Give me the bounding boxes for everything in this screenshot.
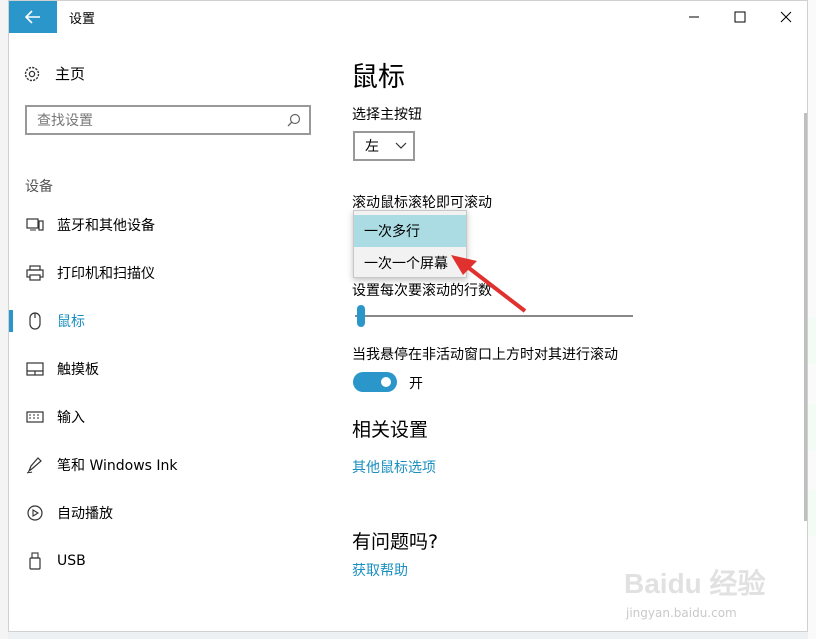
sidebar-item-label: 打印机和扫描仪 (57, 266, 155, 282)
home-label: 主页 (55, 65, 86, 83)
related-settings-heading: 相关设置 (352, 419, 429, 441)
sidebar-item-printers[interactable]: 打印机和扫描仪 (9, 249, 339, 297)
slider-thumb[interactable] (357, 305, 365, 327)
toggle-knob (381, 377, 391, 387)
background-app-strip (0, 0, 8, 639)
pen-icon (25, 455, 45, 475)
option-label: 一次多行 (364, 224, 420, 240)
inactive-scroll-toggle[interactable] (353, 372, 397, 392)
sidebar-item-label: 蓝牙和其他设备 (57, 218, 155, 234)
sidebar-item-bluetooth[interactable]: 蓝牙和其他设备 (9, 201, 339, 249)
section-label-devices: 设备 (25, 179, 53, 195)
settings-window: 设置 主页 查找设置 设备 蓝牙和其他设备 打印机和扫描仪 鼠标 触摸板 输入 … (8, 0, 808, 632)
watermark: Baidu 经验 (624, 562, 766, 602)
sidebar-item-label: 自动播放 (57, 506, 113, 522)
close-button[interactable] (763, 1, 807, 33)
sidebar-item-touchpad[interactable]: 触摸板 (9, 345, 339, 393)
autoplay-icon (25, 503, 45, 523)
sidebar-item-autoplay[interactable]: 自动播放 (9, 489, 339, 537)
sidebar-item-typing[interactable]: 输入 (9, 393, 339, 441)
chevron-down-icon (395, 142, 407, 150)
scroll-mode-label: 滚动鼠标滚轮即可滚动 (352, 195, 492, 211)
back-arrow-icon (25, 10, 40, 24)
home-nav-item[interactable]: 主页 (23, 63, 85, 84)
primary-button-value: 左 (365, 139, 379, 155)
sidebar-item-pen[interactable]: 笔和 Windows Ink (9, 441, 339, 489)
sidebar-item-label: 输入 (57, 410, 85, 426)
search-input[interactable]: 查找设置 (37, 110, 287, 130)
sidebar-item-usb[interactable]: USB (9, 537, 339, 585)
gear-icon (24, 66, 40, 81)
annotation-arrow-icon (451, 255, 527, 313)
search-icon[interactable] (287, 113, 301, 127)
printer-icon (25, 263, 45, 283)
maximize-icon (734, 11, 746, 23)
scroll-lines-slider[interactable] (355, 315, 633, 317)
option-label: 一次一个屏幕 (364, 256, 448, 272)
get-help-link[interactable]: 获取帮助 (352, 560, 408, 580)
back-button[interactable] (9, 1, 57, 33)
sidebar-item-label: 笔和 Windows Ink (57, 458, 178, 474)
minimize-button[interactable] (671, 1, 717, 33)
question-heading: 有问题吗? (352, 531, 439, 553)
window-title: 设置 (69, 12, 96, 27)
mouse-icon (25, 311, 45, 331)
toggle-state-label: 开 (409, 376, 423, 392)
maximize-button[interactable] (717, 1, 763, 33)
minimize-icon (689, 16, 699, 18)
inactive-scroll-label: 当我悬停在非活动窗口上方时对其进行滚动 (352, 347, 618, 363)
keyboard-icon (25, 407, 45, 427)
primary-button-dropdown[interactable]: 左 (353, 131, 415, 161)
option-multiple-lines[interactable]: 一次多行 (354, 215, 466, 247)
usb-icon (25, 551, 45, 571)
close-icon (780, 11, 792, 23)
page-title: 鼠标 (351, 62, 405, 93)
primary-button-label: 选择主按钮 (352, 107, 422, 123)
bluetooth-devices-icon (25, 215, 45, 235)
search-box[interactable]: 查找设置 (25, 105, 311, 135)
watermark-url: jingyan.baidu.com (626, 606, 737, 620)
sidebar-item-label: 触摸板 (57, 362, 99, 378)
scrollbar[interactable] (804, 113, 807, 521)
sidebar-item-label: USB (57, 553, 86, 569)
touchpad-icon (25, 359, 45, 379)
title-bar: 设置 (9, 1, 807, 33)
watermark-logo: Baidu 经验 (624, 568, 766, 599)
sidebar-item-mouse[interactable]: 鼠标 (9, 297, 339, 345)
additional-mouse-options-link[interactable]: 其他鼠标选项 (352, 457, 436, 477)
sidebar-item-label: 鼠标 (57, 314, 85, 330)
